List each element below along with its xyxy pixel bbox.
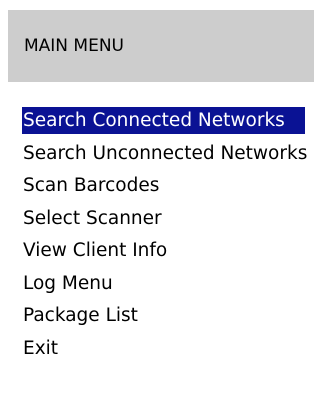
menu-item-label: Scan Barcodes — [23, 175, 160, 196]
menu-item-label: Log Menu — [23, 272, 113, 294]
menu-item-label: Select Scanner — [23, 207, 162, 229]
page-title: MAIN MENU — [24, 36, 124, 56]
menu-item-label: Search Connected Networks — [22, 107, 305, 134]
menu-item-label: Search Unconnected Networks — [23, 142, 308, 164]
menu-item-label: Package List — [23, 305, 138, 326]
menu-item-exit[interactable]: Exit — [22, 335, 306, 368]
menu-item-search-connected-networks[interactable]: Search Connected Networks — [22, 107, 306, 140]
menu-item-label: View Client Info — [23, 240, 168, 261]
menu-item-label: Exit — [23, 337, 59, 359]
menu-item-search-unconnected-networks[interactable]: Search Unconnected Networks — [22, 140, 308, 173]
menu-item-scan-barcodes[interactable]: Scan Barcodes — [22, 172, 306, 205]
menu-item-view-client-info[interactable]: View Client Info — [22, 237, 306, 270]
menu-item-log-menu[interactable]: Log Menu — [22, 270, 306, 303]
menu-item-package-list[interactable]: Package List — [22, 302, 306, 335]
menu-item-select-scanner[interactable]: Select Scanner — [22, 205, 306, 238]
main-menu-list: Search Connected Networks Search Unconne… — [22, 107, 308, 368]
menu-header: MAIN MENU — [8, 10, 314, 82]
